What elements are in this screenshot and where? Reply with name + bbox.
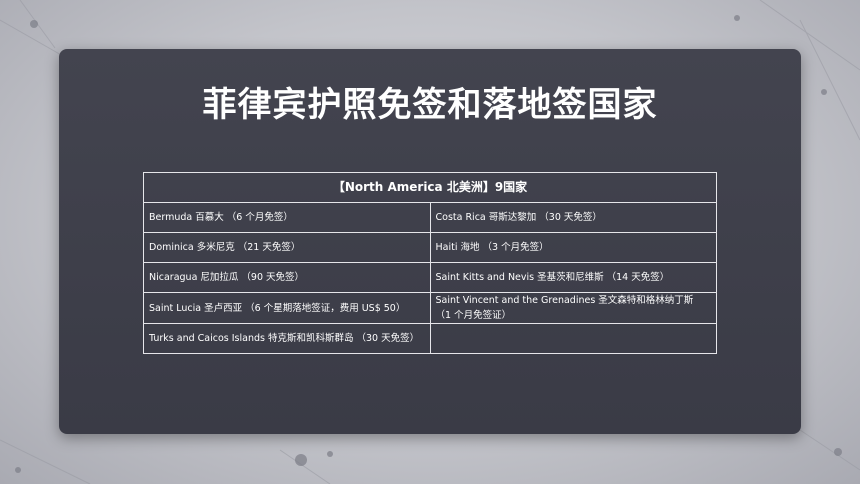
- table-cell: Costa Rica 哥斯达黎加 （30 天免签）: [429, 202, 717, 233]
- slide-title: 菲律宾护照免签和落地签国家: [202, 85, 658, 125]
- table-cell: Bermuda 百慕大 （6 个月免签）: [143, 202, 431, 233]
- table-cell: Saint Kitts and Nevis 圣基茨和尼维斯 （14 天免签）: [429, 262, 717, 293]
- table-row: Saint Lucia 圣卢西亚 （6 个星期落地签证，费用 US$ 50） S…: [143, 292, 717, 324]
- table-header-row: 【North America 北美洲】9国家: [143, 172, 717, 203]
- table-cell-empty: [429, 323, 717, 354]
- table-cell: Saint Lucia 圣卢西亚 （6 个星期落地签证，费用 US$ 50）: [143, 292, 431, 324]
- table-row: Bermuda 百慕大 （6 个月免签） Costa Rica 哥斯达黎加 （3…: [143, 202, 717, 233]
- table-cell: Haiti 海地 （3 个月免签）: [429, 232, 717, 263]
- table-cell: Saint Vincent and the Grenadines 圣文森特和格林…: [429, 292, 717, 324]
- slide-card: 菲律宾护照免签和落地签国家 【North America 北美洲】9国家 Ber…: [59, 49, 801, 434]
- table-row: Dominica 多米尼克 （21 天免签） Haiti 海地 （3 个月免签）: [143, 232, 717, 263]
- table-cell: Turks and Caicos Islands 特克斯和凯科斯群岛 （30 天…: [143, 323, 431, 354]
- table-row: Nicaragua 尼加拉瓜 （90 天免签） Saint Kitts and …: [143, 262, 717, 293]
- table-row: Turks and Caicos Islands 特克斯和凯科斯群岛 （30 天…: [143, 323, 717, 354]
- table-header-region: 【North America 北美洲】9国家: [143, 172, 717, 203]
- table-cell: Nicaragua 尼加拉瓜 （90 天免签）: [143, 262, 431, 293]
- visa-country-table: 【North America 北美洲】9国家 Bermuda 百慕大 （6 个月…: [143, 172, 717, 354]
- table-cell: Dominica 多米尼克 （21 天免签）: [143, 232, 431, 263]
